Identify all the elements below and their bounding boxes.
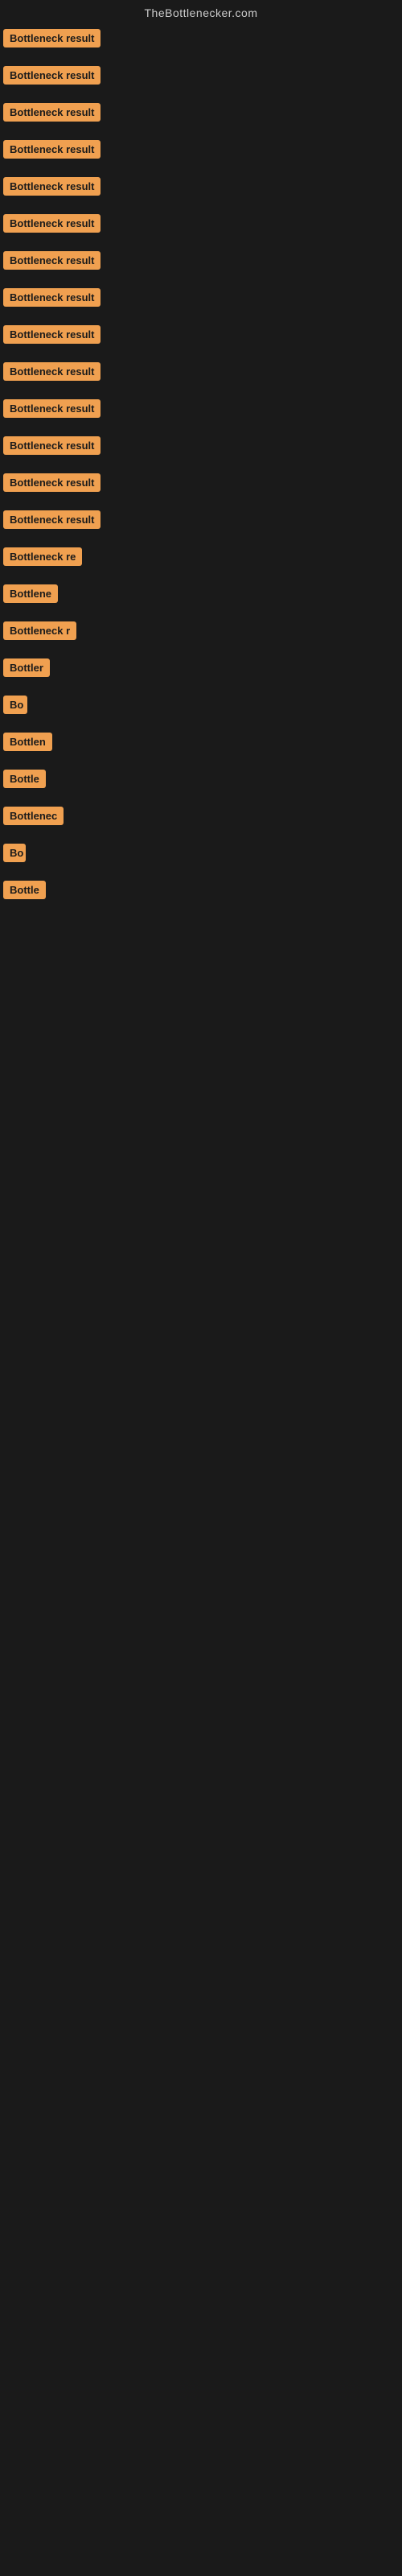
list-item: Bottleneck result <box>0 430 402 467</box>
list-item: Bottleneck result <box>0 282 402 319</box>
list-item: Bo <box>0 837 402 874</box>
bottleneck-result-badge[interactable]: Bottlen <box>3 733 52 751</box>
bottleneck-result-badge[interactable]: Bottle <box>3 881 46 899</box>
list-item: Bottleneck result <box>0 23 402 60</box>
bottleneck-result-badge[interactable]: Bottlenec <box>3 807 64 825</box>
list-item: Bottle <box>0 874 402 911</box>
list-item: Bottlen <box>0 726 402 763</box>
list-item: Bo <box>0 689 402 726</box>
bottleneck-result-badge[interactable]: Bo <box>3 844 26 862</box>
list-item: Bottleneck result <box>0 319 402 356</box>
list-item: Bottle <box>0 763 402 800</box>
site-title: TheBottlenecker.com <box>0 0 402 23</box>
bottleneck-result-badge[interactable]: Bottleneck result <box>3 510 100 529</box>
bottleneck-result-badge[interactable]: Bottleneck result <box>3 103 100 122</box>
bottleneck-result-badge[interactable]: Bottleneck result <box>3 288 100 307</box>
list-item: Bottleneck result <box>0 134 402 171</box>
list-item: Bottleneck result <box>0 504 402 541</box>
list-item: Bottleneck result <box>0 356 402 393</box>
list-item: Bottleneck result <box>0 393 402 430</box>
list-item: Bottleneck re <box>0 541 402 578</box>
bottleneck-result-badge[interactable]: Bottleneck result <box>3 177 100 196</box>
bottleneck-result-badge[interactable]: Bottleneck result <box>3 214 100 233</box>
bottleneck-result-badge[interactable]: Bottleneck re <box>3 547 82 566</box>
bottleneck-result-badge[interactable]: Bottler <box>3 658 50 677</box>
bottleneck-result-badge[interactable]: Bottleneck result <box>3 473 100 492</box>
bottleneck-result-badge[interactable]: Bottleneck result <box>3 140 100 159</box>
list-item: Bottleneck result <box>0 171 402 208</box>
bottleneck-result-badge[interactable]: Bottleneck result <box>3 251 100 270</box>
list-item: Bottlene <box>0 578 402 615</box>
bottleneck-result-badge[interactable]: Bottleneck result <box>3 66 100 85</box>
items-list: Bottleneck result Bottleneck result Bottle… <box>0 23 402 911</box>
list-item: Bottlenec <box>0 800 402 837</box>
list-item: Bottleneck result <box>0 60 402 97</box>
list-item: Bottleneck result <box>0 467 402 504</box>
list-item: Bottleneck result <box>0 245 402 282</box>
bottleneck-result-badge[interactable]: Bo <box>3 696 27 714</box>
bottleneck-result-badge[interactable]: Bottleneck result <box>3 399 100 418</box>
bottleneck-result-badge[interactable]: Bottleneck r <box>3 621 76 640</box>
list-item: Bottleneck result <box>0 97 402 134</box>
bottleneck-result-badge[interactable]: Bottleneck result <box>3 436 100 455</box>
list-item: Bottleneck result <box>0 208 402 245</box>
bottleneck-result-badge[interactable]: Bottlene <box>3 584 58 603</box>
bottleneck-result-badge[interactable]: Bottle <box>3 770 46 788</box>
bottleneck-result-badge[interactable]: Bottleneck result <box>3 362 100 381</box>
list-item: Bottleneck r <box>0 615 402 652</box>
list-item: Bottler <box>0 652 402 689</box>
bottleneck-result-badge[interactable]: Bottleneck result <box>3 325 100 344</box>
bottleneck-result-badge[interactable]: Bottleneck result <box>3 29 100 47</box>
